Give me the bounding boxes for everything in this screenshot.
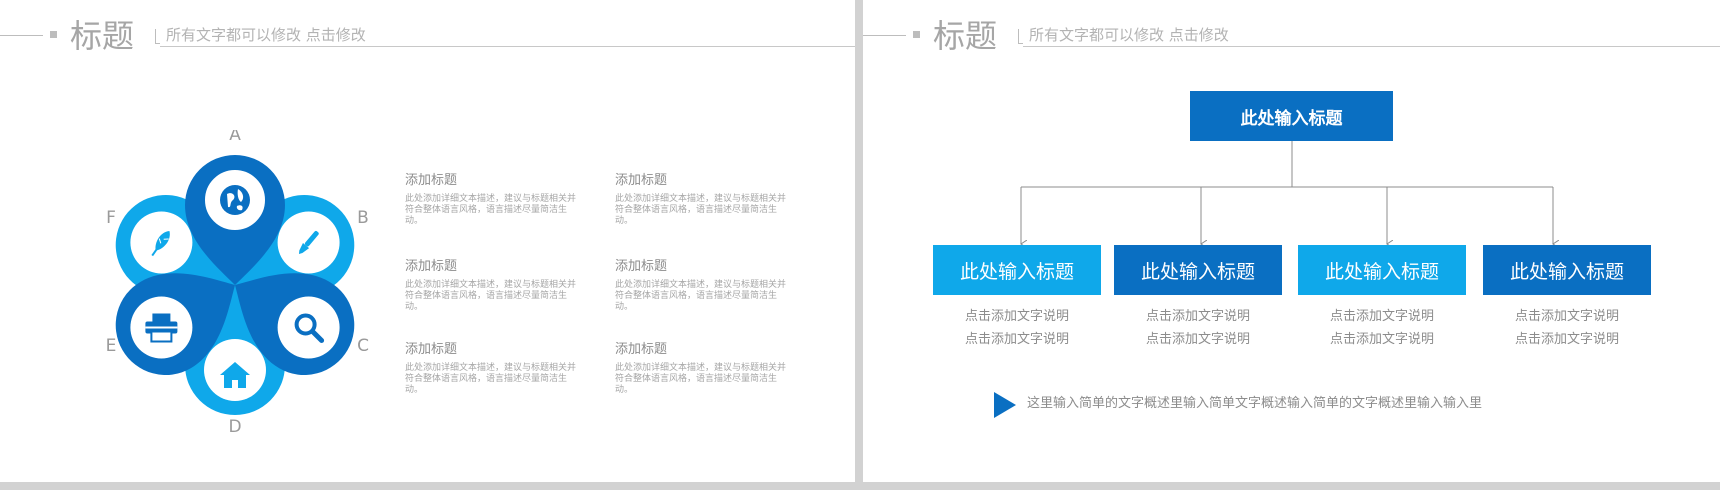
- text-block-title: 添加标题: [405, 259, 458, 274]
- org-child-desc[interactable]: 点击添加文字说明: [1483, 331, 1651, 349]
- summary-text[interactable]: 这里输入简单的文字概述里输入简单文字概述输入简单的文字概述里输入输入里: [1027, 395, 1482, 413]
- globe-icon: [220, 185, 250, 215]
- org-child-desc[interactable]: 点击添加文字说明: [933, 308, 1101, 326]
- org-child-box-3[interactable]: 此处输入标题: [1298, 245, 1466, 295]
- text-block-6[interactable]: 添加标题 此处添加详细文本描述，建议与标题相关并符合整体语言风格，语言描述尽量简…: [615, 341, 790, 396]
- org-child-desc[interactable]: 点击添加文字说明: [1298, 331, 1466, 349]
- slide-right: 标题 所有文字都可以修改 点击修改 此处输入标题 此处输入标题 此处输入标题 此…: [863, 0, 1720, 482]
- flower-diagram: A B C D E F: [100, 130, 370, 437]
- org-child-desc[interactable]: 点击添加文字说明: [933, 331, 1101, 349]
- text-block-body: 此处添加详细文本描述，建议与标题相关并符合整体语言风格，语言描述尽量简洁生动。: [405, 363, 577, 395]
- text-block-body: 此处添加详细文本描述，建议与标题相关并符合整体语言风格，语言描述尽量简洁生动。: [405, 194, 577, 226]
- text-block-body: 此处添加详细文本描述，建议与标题相关并符合整体语言风格，语言描述尽量简洁生动。: [405, 280, 577, 312]
- text-block-4[interactable]: 添加标题 此处添加详细文本描述，建议与标题相关并符合整体语言风格，语言描述尽量简…: [615, 258, 790, 313]
- text-block-title: 添加标题: [405, 173, 458, 188]
- header-bracket: [155, 29, 160, 44]
- text-block-title: 添加标题: [615, 173, 668, 188]
- org-child-desc[interactable]: 点击添加文字说明: [1114, 308, 1282, 326]
- org-child-desc[interactable]: 点击添加文字说明: [1114, 331, 1282, 349]
- header-rule-right: [160, 46, 855, 47]
- page-subtitle[interactable]: 所有文字都可以修改 点击修改: [166, 25, 366, 45]
- org-child-box-2[interactable]: 此处输入标题: [1114, 245, 1282, 295]
- letter-d: D: [228, 417, 241, 437]
- letter-a: A: [229, 130, 241, 145]
- play-triangle-icon: [994, 392, 1016, 418]
- text-block-1[interactable]: 添加标题 此处添加详细文本描述，建议与标题相关并符合整体语言风格，语言描述尽量简…: [405, 172, 580, 227]
- org-child-desc[interactable]: 点击添加文字说明: [1298, 308, 1466, 326]
- text-block-2[interactable]: 添加标题 此处添加详细文本描述，建议与标题相关并符合整体语言风格，语言描述尽量简…: [615, 172, 790, 227]
- org-child-box-4[interactable]: 此处输入标题: [1483, 245, 1651, 295]
- text-block-body: 此处添加详细文本描述，建议与标题相关并符合整体语言风格，语言描述尽量简洁生动。: [615, 280, 787, 312]
- text-block-5[interactable]: 添加标题 此处添加详细文本描述，建议与标题相关并符合整体语言风格，语言描述尽量简…: [405, 341, 580, 396]
- letter-f: F: [106, 208, 116, 228]
- text-block-3[interactable]: 添加标题 此处添加详细文本描述，建议与标题相关并符合整体语言风格，语言描述尽量简…: [405, 258, 580, 313]
- letter-e: E: [106, 336, 117, 356]
- text-block-title: 添加标题: [615, 342, 668, 357]
- text-block-title: 添加标题: [405, 342, 458, 357]
- letter-b: B: [357, 208, 369, 228]
- text-block-body: 此处添加详细文本描述，建议与标题相关并符合整体语言风格，语言描述尽量简洁生动。: [615, 194, 787, 226]
- text-block-title: 添加标题: [615, 259, 668, 274]
- petal-c-inner: [277, 296, 340, 359]
- letter-c: C: [357, 336, 369, 356]
- page-title[interactable]: 标题: [70, 16, 134, 56]
- org-child-desc[interactable]: 点击添加文字说明: [1483, 308, 1651, 326]
- text-block-body: 此处添加详细文本描述，建议与标题相关并符合整体语言风格，语言描述尽量简洁生动。: [615, 363, 787, 395]
- header-square-bullet: [50, 31, 57, 38]
- org-top-box[interactable]: 此处输入标题: [1190, 91, 1393, 141]
- org-child-box-1[interactable]: 此处输入标题: [933, 245, 1101, 295]
- header-rule-left: [0, 35, 43, 36]
- slide-left: 标题 所有文字都可以修改 点击修改 A B C D E F 添加标题 此处添加详…: [0, 0, 855, 482]
